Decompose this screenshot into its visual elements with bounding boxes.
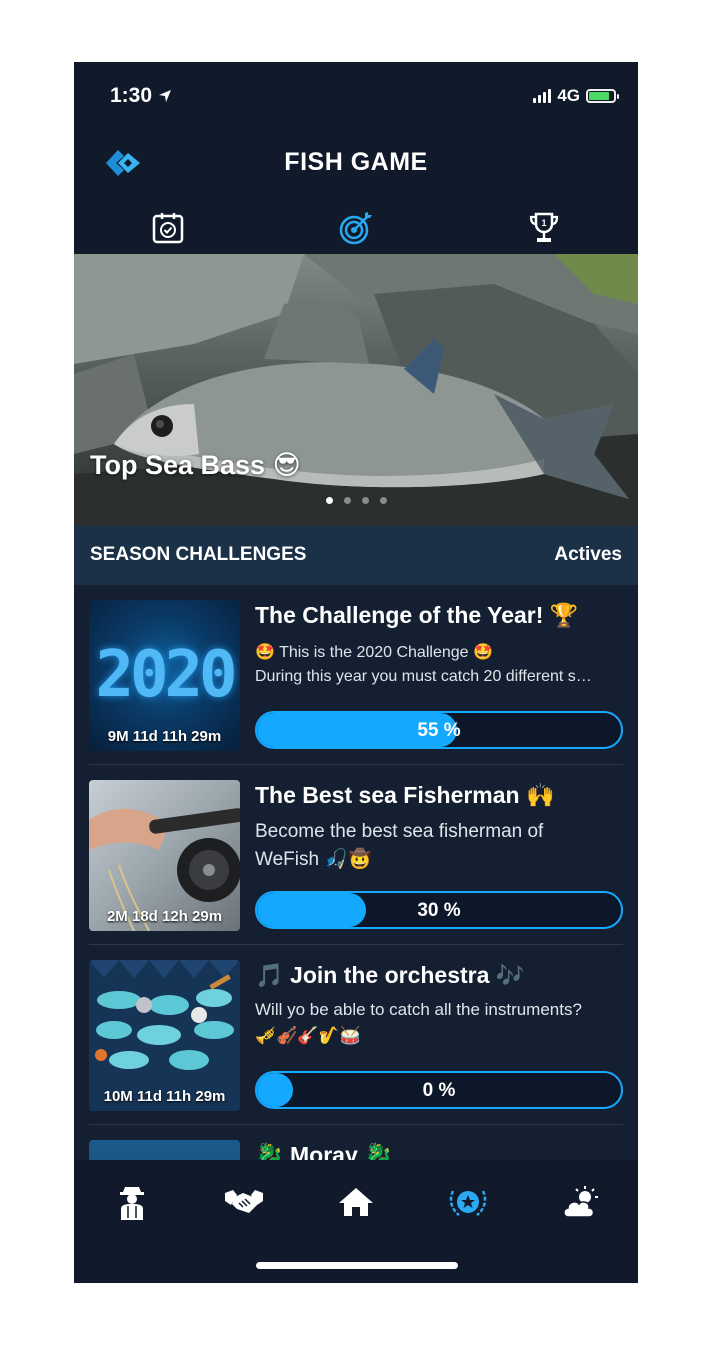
- top-tabs: 1: [74, 204, 638, 254]
- calendar-check-icon: [152, 213, 184, 244]
- svg-text:1: 1: [541, 218, 546, 228]
- challenge-description-line: Will yo be able to catch all the instrum…: [255, 1000, 582, 1019]
- tab-rankings[interactable]: 1: [524, 208, 564, 248]
- carousel-dot[interactable]: [325, 497, 333, 504]
- challenge-description: Become the best sea fisherman of WeFish …: [255, 818, 625, 874]
- carousel-dots: [74, 497, 638, 504]
- season-challenges-header: SEASON CHALLENGES Actives: [74, 526, 638, 585]
- network-type: 4G: [557, 86, 580, 105]
- challenge-description: 🤩 This is the 2020 Challenge 🤩 During th…: [255, 641, 625, 689]
- challenge-card[interactable]: 2020 9M 11d 11h 29m The Challenge of the…: [74, 585, 638, 765]
- challenge-description: Will yo be able to catch all the instrum…: [255, 997, 625, 1049]
- challenge-description-line: 🤩 This is the 2020 Challenge 🤩: [255, 644, 493, 661]
- challenge-card[interactable]: 🐉 Moray 🐉: [74, 1125, 638, 1160]
- challenge-timer: 9M 11d 11h 29m: [107, 728, 222, 745]
- challenge-title: The Challenge of the Year! 🏆: [255, 602, 579, 628]
- sea-bass-image: [74, 254, 638, 526]
- challenge-description-line: WeFish 🎣🤠: [255, 849, 372, 870]
- hero-carousel[interactable]: Top Sea Bass 😎: [74, 254, 638, 526]
- challenge-thumbnail: [89, 1140, 240, 1160]
- challenge-progress-bar: 0 %: [255, 1071, 623, 1109]
- progress-label: 55 %: [417, 720, 461, 741]
- challenge-progress-bar: 30 %: [255, 891, 623, 929]
- challenge-description-line: Become the best sea fisherman of: [255, 821, 544, 842]
- challenge-description-line: 🎺🎻🎸🎷🥁: [255, 1026, 361, 1045]
- nav-weather[interactable]: [555, 1182, 605, 1222]
- thumbnail-year-text: 2020: [95, 638, 237, 712]
- tab-daily-checklist[interactable]: [148, 208, 188, 248]
- progress-label: 30 %: [417, 900, 461, 921]
- challenge-thumbnail: 2M 18d 12h 29m: [89, 780, 240, 931]
- handshake-icon: [225, 1190, 263, 1213]
- challenge-list[interactable]: 2020 9M 11d 11h 29m The Challenge of the…: [74, 585, 638, 1160]
- hero-title: Top Sea Bass 😎: [90, 450, 301, 480]
- home-indicator[interactable]: [256, 1262, 458, 1269]
- status-time-text: 1:30: [110, 84, 153, 107]
- nav-challenges[interactable]: [443, 1182, 493, 1222]
- challenge-thumbnail: 2020 9M 11d 11h 29m: [89, 600, 240, 751]
- challenge-thumbnail: 10M 11d 11h 29m: [89, 960, 240, 1111]
- challenge-card[interactable]: 2M 18d 12h 29m The Best sea Fisherman 🙌 …: [74, 765, 638, 945]
- trophy-icon: 1: [529, 212, 559, 242]
- section-title: SEASON CHALLENGES: [90, 544, 307, 565]
- status-time: 1:30: [110, 84, 172, 108]
- challenge-title: The Best sea Fisherman 🙌: [255, 782, 555, 808]
- carousel-dot[interactable]: [379, 497, 387, 504]
- nav-community[interactable]: [219, 1182, 269, 1222]
- challenge-title: 🎵 Join the orchestra 🎶: [255, 962, 525, 988]
- nav-profile[interactable]: [107, 1182, 157, 1222]
- challenge-timer: 10M 11d 11h 29m: [103, 1088, 226, 1105]
- app-header: FISH GAME 1: [74, 132, 638, 254]
- signal-icon: [533, 89, 552, 103]
- actives-filter-link[interactable]: Actives: [554, 544, 622, 566]
- carousel-dot[interactable]: [361, 497, 369, 504]
- challenge-title: 🐉 Moray 🐉: [255, 1142, 393, 1160]
- app-title: FISH GAME: [284, 148, 428, 176]
- challenge-progress-bar: 55 %: [255, 711, 623, 749]
- star-badge-icon: [449, 1190, 487, 1216]
- home-icon: [339, 1188, 373, 1216]
- weather-icon: [563, 1186, 598, 1218]
- battery-icon: [586, 89, 619, 103]
- tab-challenges[interactable]: [336, 208, 376, 248]
- phone-screen: 1:30 4G FISH GAME 1 Top Sea Bass 😎 SEASO…: [74, 62, 638, 1283]
- progress-label: 0 %: [422, 1080, 456, 1101]
- challenge-card[interactable]: 10M 11d 11h 29m 🎵 Join the orchestra 🎶 W…: [74, 945, 638, 1125]
- location-arrow-icon: [159, 90, 172, 102]
- status-indicators: 4G: [533, 86, 619, 106]
- carousel-dot[interactable]: [343, 497, 351, 504]
- challenge-description-line: During this year you must catch 20 diffe…: [255, 668, 592, 685]
- status-bar: 1:30 4G: [74, 62, 638, 132]
- nav-home[interactable]: [331, 1182, 381, 1222]
- challenge-timer: 2M 18d 12h 29m: [106, 908, 223, 925]
- target-icon: [339, 212, 372, 245]
- fisherman-icon: [120, 1187, 144, 1220]
